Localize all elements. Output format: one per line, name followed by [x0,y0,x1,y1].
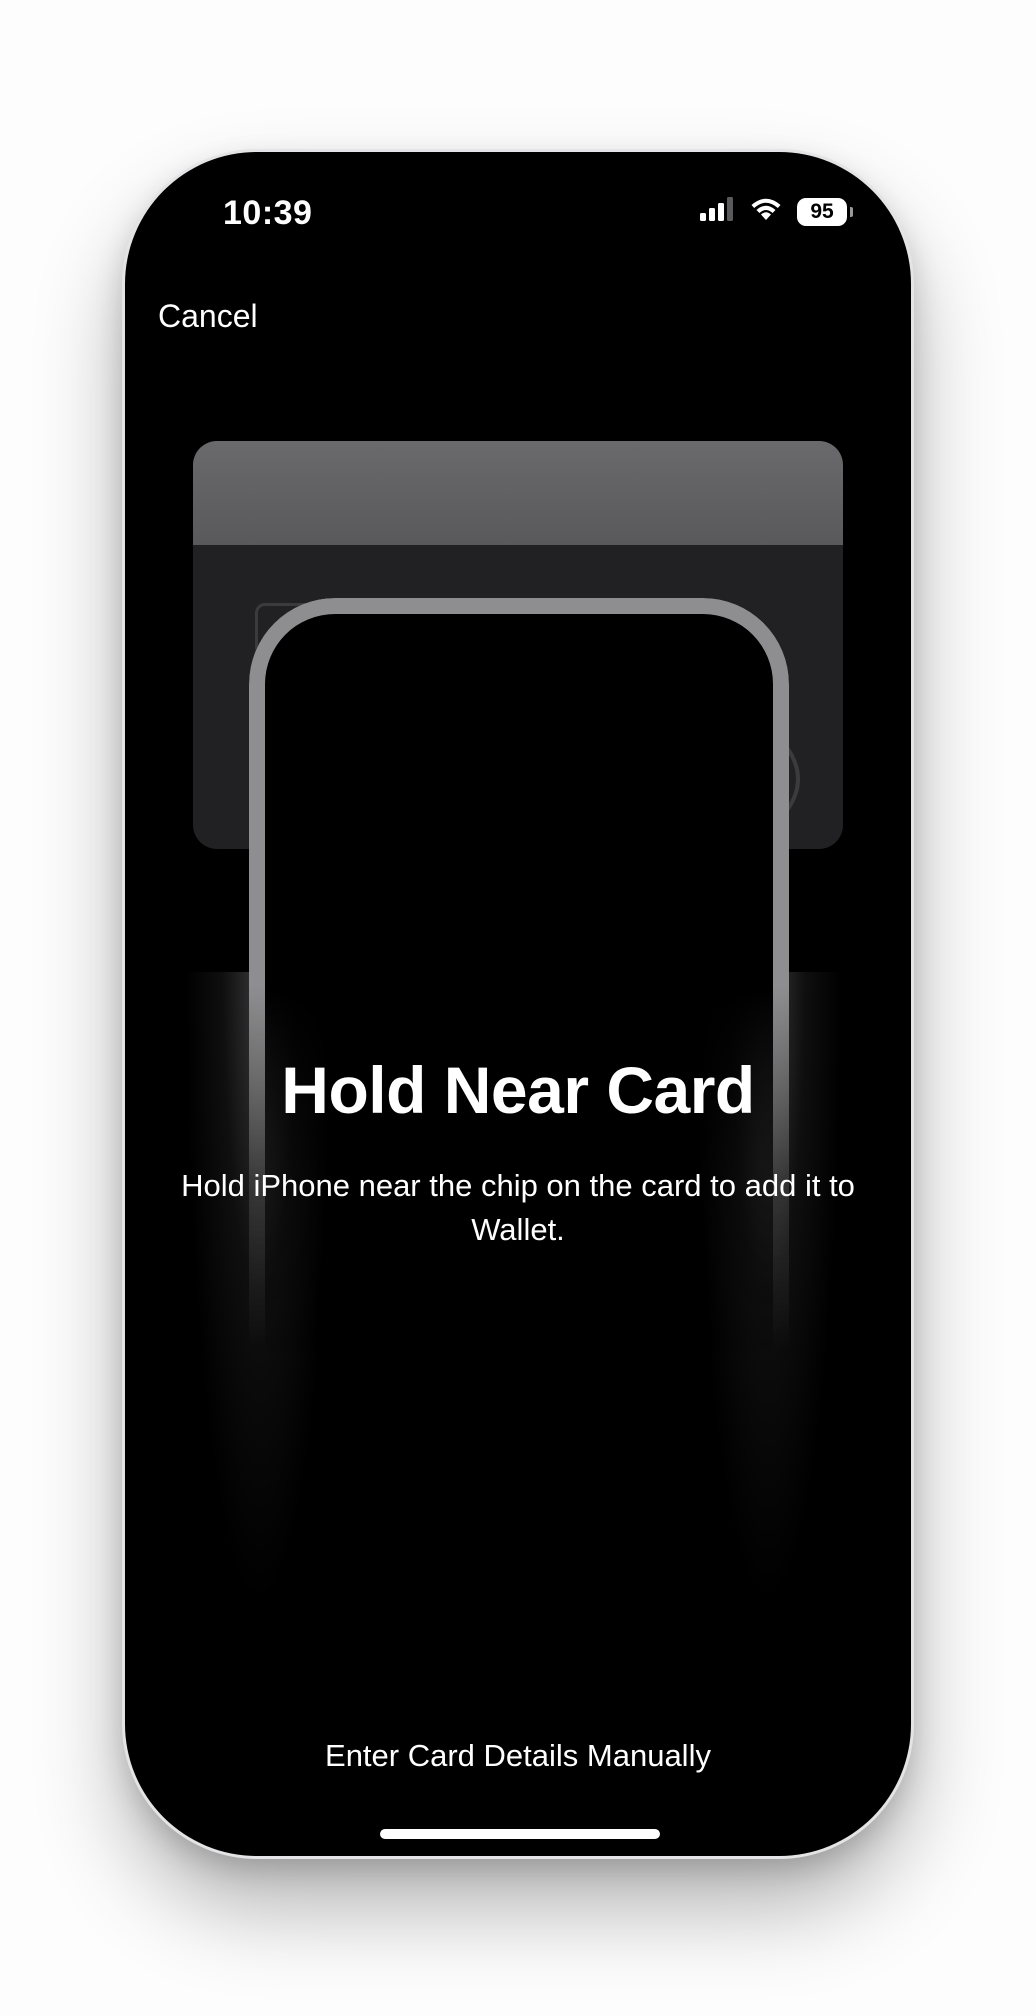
cancel-button[interactable]: Cancel [158,298,258,335]
home-indicator[interactable] [380,1829,660,1839]
wifi-icon [749,196,783,227]
enter-card-details-manually-button[interactable]: Enter Card Details Manually [125,1738,911,1774]
cellular-signal-icon [699,196,735,227]
card-magnetic-stripe [193,441,843,545]
status-icons: 95 [699,196,853,227]
instruction-text: Hold iPhone near the chip on the card to… [181,1168,855,1247]
phone-frame: 10:39 95 Cancel Hold Near Card Hold iPho… [125,152,911,1856]
page-title: Hold Near Card [281,1053,755,1127]
battery-icon: 95 [797,197,853,226]
screenshot-stage: 10:39 95 Cancel Hold Near Card Hold iPho… [0,0,1036,2016]
status-time: 10:39 [223,194,313,232]
